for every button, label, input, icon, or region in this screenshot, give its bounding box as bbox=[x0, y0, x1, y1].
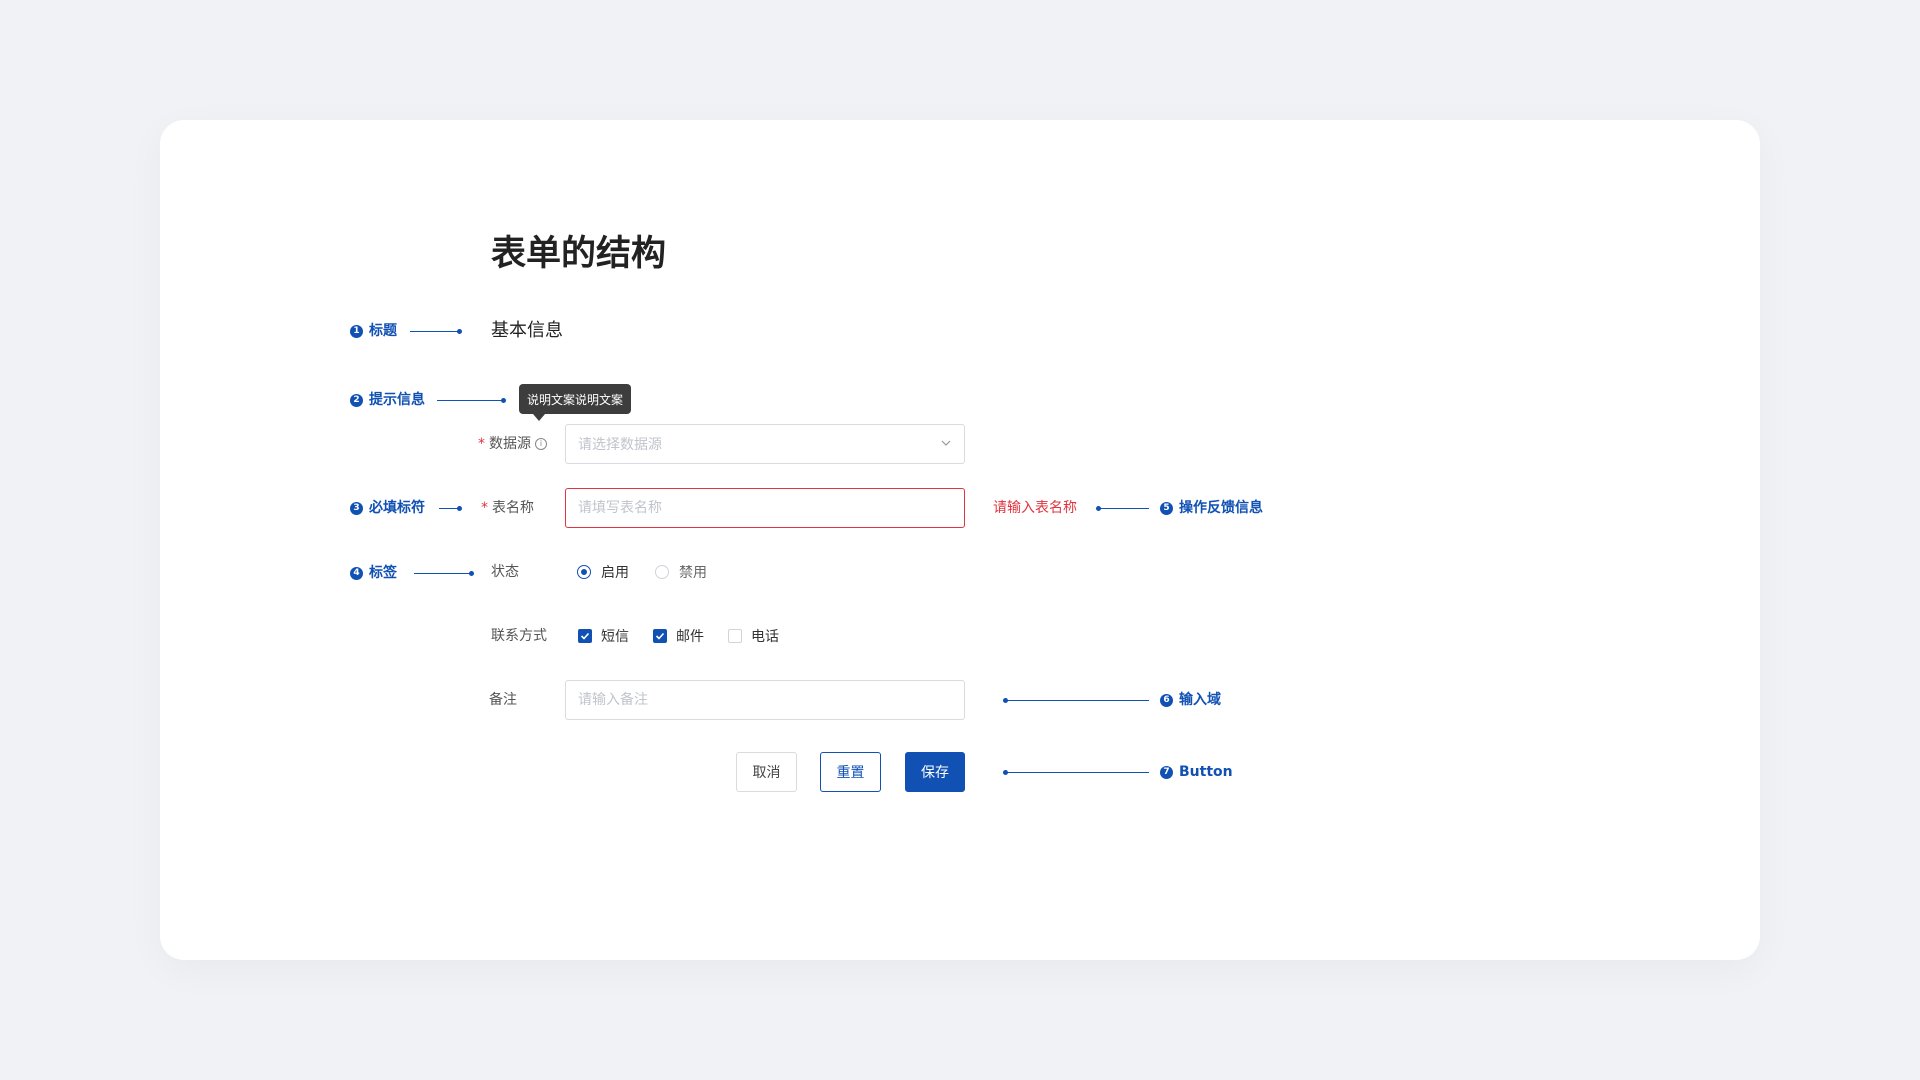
annotation-feedback: 5 操作反馈信息 bbox=[1160, 498, 1263, 518]
annotation-number-1: 1 bbox=[350, 324, 363, 338]
annotation-connector bbox=[1006, 772, 1149, 773]
annotation-dot bbox=[501, 398, 506, 403]
annotation-title: 1 标题 bbox=[350, 321, 397, 341]
remark-input[interactable] bbox=[565, 680, 965, 720]
form-card bbox=[160, 120, 1760, 960]
annotation-connector bbox=[437, 400, 504, 401]
annotation-label: 输入域 bbox=[1179, 692, 1221, 708]
annotation-label: 标题 bbox=[369, 323, 397, 339]
annotation-connector bbox=[1099, 508, 1149, 509]
table-name-input[interactable] bbox=[565, 488, 965, 528]
radio-disable[interactable]: 禁用 bbox=[655, 562, 707, 582]
annotation-number-5: 5 bbox=[1160, 501, 1173, 515]
reset-button[interactable]: 重置 bbox=[820, 752, 881, 792]
annotation-number-4: 4 bbox=[350, 566, 363, 580]
page-title: 表单的结构 bbox=[491, 234, 667, 274]
required-mark: * bbox=[478, 436, 485, 452]
annotation-label: Button bbox=[1179, 764, 1233, 780]
annotation-button: 7 Button bbox=[1160, 762, 1233, 782]
radio-disable-label: 禁用 bbox=[679, 565, 707, 581]
radio-circle-checked bbox=[577, 565, 591, 579]
annotation-tip: 2 提示信息 bbox=[350, 390, 425, 410]
annotation-number-2: 2 bbox=[350, 393, 363, 407]
datasource-label-text: 数据源 bbox=[489, 436, 531, 452]
datasource-label: * 数据源 i bbox=[478, 434, 547, 454]
annotation-dot bbox=[469, 571, 474, 576]
tooltip-arrow bbox=[533, 414, 545, 421]
annotation-number-7: 7 bbox=[1160, 765, 1173, 779]
check-icon bbox=[655, 632, 665, 640]
save-button[interactable]: 保存 bbox=[905, 752, 965, 792]
annotation-required: 3 必填标符 bbox=[350, 498, 425, 518]
section-title: 基本信息 bbox=[491, 320, 563, 341]
table-name-label: * 表名称 bbox=[481, 498, 534, 518]
annotation-label: 提示信息 bbox=[369, 392, 425, 408]
annotation-label: 操作反馈信息 bbox=[1179, 500, 1263, 516]
annotation-connector bbox=[414, 573, 472, 574]
check-icon bbox=[580, 632, 590, 640]
checkbox-email-label: 邮件 bbox=[676, 629, 704, 645]
contact-label: 联系方式 bbox=[491, 628, 547, 644]
annotation-label: 必填标符 bbox=[369, 500, 425, 516]
info-icon[interactable]: i bbox=[535, 438, 547, 450]
annotation-number-6: 6 bbox=[1160, 693, 1173, 707]
checkbox-phone-label: 电话 bbox=[751, 629, 779, 645]
datasource-placeholder: 请选择数据源 bbox=[578, 437, 662, 453]
annotation-label-tag: 4 标签 bbox=[350, 563, 397, 583]
annotation-dot bbox=[457, 506, 462, 511]
radio-enable[interactable]: 启用 bbox=[577, 562, 629, 582]
tooltip: 说明文案说明文案 bbox=[519, 384, 631, 414]
checkbox-checked bbox=[653, 629, 667, 643]
table-name-label-text: 表名称 bbox=[492, 500, 534, 516]
annotation-label: 标签 bbox=[369, 565, 397, 581]
table-name-error: 请输入表名称 bbox=[993, 500, 1077, 516]
cancel-button[interactable]: 取消 bbox=[736, 752, 797, 792]
radio-enable-label: 启用 bbox=[601, 565, 629, 581]
checkbox-checked bbox=[578, 629, 592, 643]
annotation-connector bbox=[410, 331, 460, 332]
checkbox-phone[interactable]: 电话 bbox=[728, 626, 779, 646]
annotation-input: 6 输入域 bbox=[1160, 690, 1221, 710]
status-label: 状态 bbox=[491, 564, 519, 580]
checkbox-email[interactable]: 邮件 bbox=[653, 626, 704, 646]
checkbox-sms[interactable]: 短信 bbox=[578, 626, 629, 646]
annotation-connector bbox=[1006, 700, 1149, 701]
checkbox-sms-label: 短信 bbox=[601, 629, 629, 645]
chevron-down-icon bbox=[941, 440, 951, 446]
checkbox-unchecked bbox=[728, 629, 742, 643]
remark-label: 备注 bbox=[489, 692, 517, 708]
required-mark: * bbox=[481, 500, 488, 516]
datasource-select[interactable]: 请选择数据源 bbox=[565, 424, 965, 464]
annotation-number-3: 3 bbox=[350, 501, 363, 515]
radio-circle bbox=[655, 565, 669, 579]
annotation-dot bbox=[457, 329, 462, 334]
